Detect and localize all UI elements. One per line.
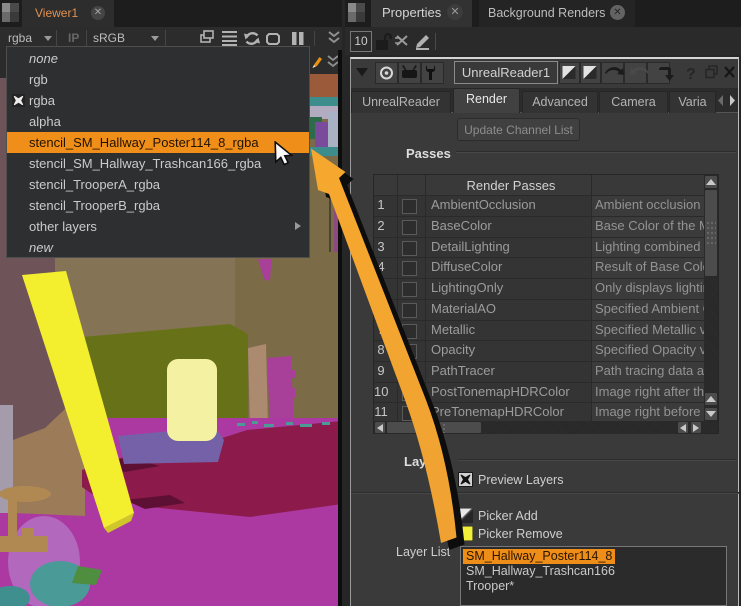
svg-text:?: ? [686, 66, 696, 83]
